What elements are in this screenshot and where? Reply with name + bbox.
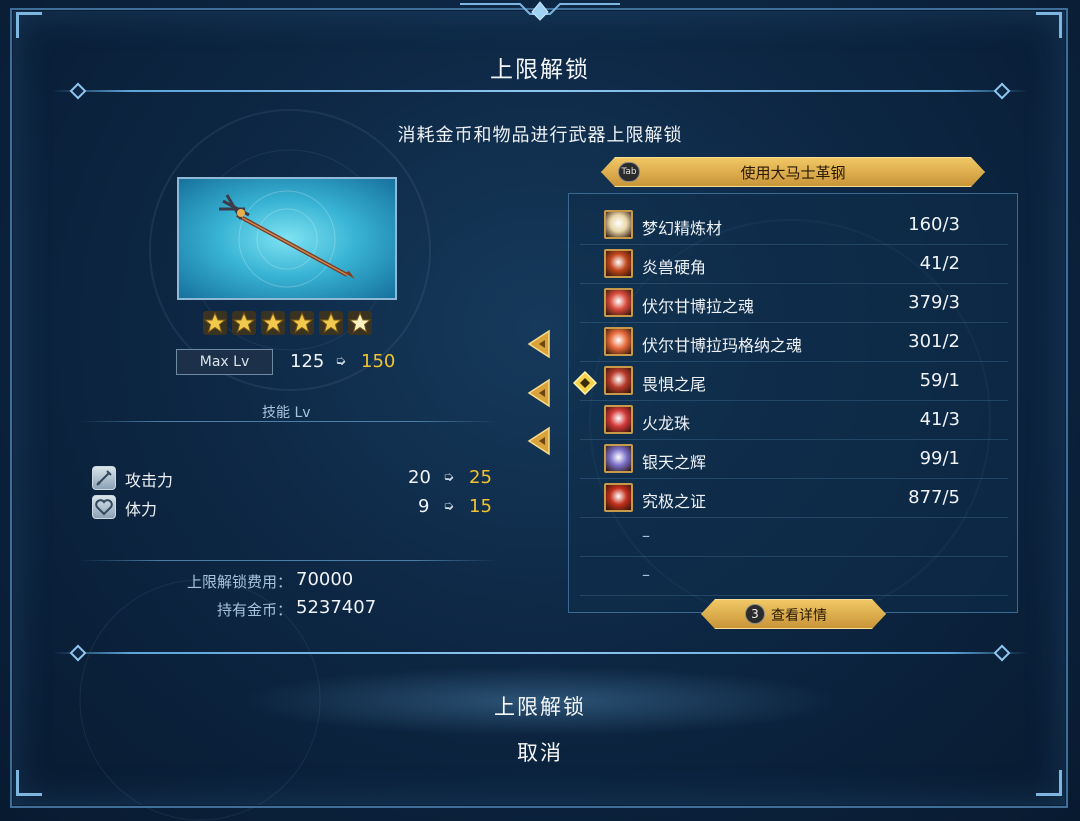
tail-icon (604, 366, 633, 395)
material-arrow-icon[interactable] (525, 426, 551, 456)
silver-radiance-icon (604, 444, 633, 473)
dragon-orb-icon (604, 405, 633, 434)
soul-orb-icon (604, 288, 633, 317)
empty-slot-dash: – (642, 565, 650, 584)
stat-name-hp: 体力 (125, 500, 158, 519)
material-row[interactable]: 畏惧之尾 59/1 (580, 362, 1008, 401)
unlock-cost-value: 70000 (296, 569, 354, 590)
rarity-stars (202, 310, 373, 336)
sword-icon (92, 466, 116, 490)
divider (78, 560, 498, 561)
material-name: 炎兽硬角 (642, 258, 707, 277)
dialog-subtitle: 消耗金币和物品进行武器上限解锁 (397, 125, 683, 146)
material-name: 畏惧之尾 (642, 375, 707, 394)
detail-key-badge: 3 (745, 604, 765, 624)
material-name: 银天之辉 (642, 453, 707, 472)
stat-hp-from: 9 (418, 496, 430, 517)
stat-attack-from: 20 (408, 467, 431, 488)
material-row[interactable]: 火龙珠 41/3 (580, 401, 1008, 440)
confirm-unlock-button[interactable]: 上限解锁 (464, 687, 616, 725)
material-row[interactable]: 银天之辉 99/1 (580, 440, 1008, 479)
material-name: 伏尔甘博拉之魂 (642, 297, 755, 316)
material-row[interactable]: 伏尔甘博拉之魂 379/3 (580, 284, 1008, 323)
empty-slot-dash: – (642, 526, 650, 545)
arrow-icon: ➭ (443, 499, 454, 514)
magna-soul-icon (604, 327, 633, 356)
stat-hp-to: 15 (469, 496, 492, 517)
crest-icon (604, 210, 633, 239)
material-arrow-icon[interactable] (525, 329, 551, 359)
material-count: 301/2 (908, 331, 960, 352)
bottom-divider (52, 644, 1028, 662)
material-row-empty: – (580, 518, 1008, 557)
dialog-title: 上限解锁 (490, 57, 590, 83)
stat-name-attack: 攻击力 (125, 471, 174, 490)
stat-attack-to: 25 (469, 467, 492, 488)
skill-lv-label: 技能 Lv (262, 405, 311, 421)
top-ornament (460, 1, 620, 21)
material-row-empty: – (580, 557, 1008, 596)
material-name: 火龙珠 (642, 414, 691, 433)
material-source-label: 使用大马士革钢 (740, 164, 846, 182)
horn-icon (604, 249, 633, 278)
gold-held-value: 5237407 (296, 597, 377, 618)
title-divider (52, 82, 1028, 100)
max-lv-label: Max Lv (176, 349, 273, 375)
star-icon (261, 311, 285, 335)
star-icon (203, 311, 227, 335)
material-count: 379/3 (908, 292, 960, 313)
material-row[interactable]: 梦幻精炼材 160/3 (580, 206, 1008, 245)
material-name: 伏尔甘博拉玛格纳之魂 (642, 336, 803, 355)
material-arrow-icon[interactable] (525, 378, 551, 408)
gold-held-label: 持有金币： (216, 601, 292, 619)
view-details-label: 查看详情 (771, 608, 827, 624)
arrow-icon: ➭ (335, 354, 346, 369)
material-count: 59/1 (919, 370, 960, 391)
star-icon-new (348, 311, 372, 335)
ultimate-proof-icon (604, 483, 633, 512)
material-row[interactable]: 炎兽硬角 41/2 (580, 245, 1008, 284)
material-count: 41/3 (919, 409, 960, 430)
star-icon (319, 311, 343, 335)
divider (78, 421, 498, 422)
material-row[interactable]: 究极之证 877/5 (580, 479, 1008, 518)
material-name: 究极之证 (642, 492, 707, 511)
material-row[interactable]: 伏尔甘博拉玛格纳之魂 301/2 (580, 323, 1008, 362)
max-lv-to: 150 (361, 351, 396, 372)
material-count: 877/5 (908, 487, 960, 508)
arrow-icon: ➭ (443, 470, 454, 485)
star-icon (290, 311, 314, 335)
material-count: 99/1 (919, 448, 960, 469)
selection-cursor-icon (573, 371, 597, 395)
unlock-cost-label: 上限解锁费用： (186, 573, 292, 591)
trident-icon (219, 190, 355, 288)
max-lv-from: 125 (290, 351, 325, 372)
heart-icon (92, 495, 116, 519)
material-count: 160/3 (908, 214, 960, 235)
star-icon (232, 311, 256, 335)
material-count: 41/2 (919, 253, 960, 274)
material-name: 梦幻精炼材 (642, 219, 723, 238)
weapon-preview (177, 177, 397, 300)
cancel-button[interactable]: 取消 (487, 733, 593, 771)
